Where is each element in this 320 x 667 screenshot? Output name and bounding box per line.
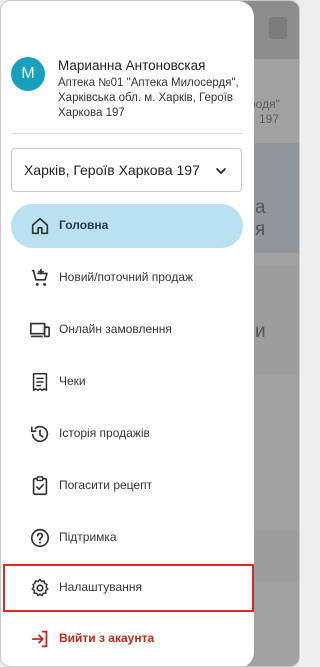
menu-item-support[interactable]: Підтримка [11, 516, 243, 560]
devices-icon [29, 319, 51, 341]
menu-item-label: Погасити рецепт [59, 478, 153, 492]
history-icon [29, 423, 51, 445]
menu-item-logout[interactable]: Вийти з акаунта [11, 617, 243, 661]
menu-item-label: Підтримка [59, 530, 117, 544]
menu-item-sales-history[interactable]: Історія продажів [11, 412, 243, 456]
menu-item-new-sale[interactable]: Новий/поточний продаж [11, 256, 243, 300]
logout-icon [29, 628, 51, 650]
pharmacy-address: Аптека №01 "Аптека Милосердя", Харківськ… [58, 77, 239, 119]
app-frame: родя" 197 а я и M Марианна Антоновская А… [0, 0, 300, 667]
help-circle-icon [29, 527, 51, 549]
avatar: M [11, 57, 45, 91]
menu-item-label: Онлайн замовлення [59, 322, 172, 336]
clipboard-check-icon [29, 475, 51, 497]
menu-item-redeem-prescription[interactable]: Погасити рецепт [11, 464, 243, 508]
menu-item-receipts[interactable]: Чеки [11, 360, 243, 404]
divider [11, 133, 243, 134]
receipt-icon [29, 371, 51, 393]
home-icon [29, 215, 51, 237]
menu-item-home[interactable]: Головна [11, 204, 243, 248]
menu-item-label: Історія продажів [59, 426, 150, 440]
user-name: Марианна Антоновская [58, 58, 206, 73]
menu-item-online-orders[interactable]: Онлайн замовлення [11, 308, 243, 352]
menu-item-label: Головна [59, 218, 109, 232]
chevron-down-icon [213, 163, 229, 179]
store-selector-value: Харків, Героїв Харкова 197 [24, 162, 200, 178]
menu-item-label: Вийти з акаунта [59, 631, 155, 645]
menu-item-label: Новий/поточний продаж [59, 270, 194, 284]
settings-highlight-box [3, 564, 254, 612]
cart-add-icon [29, 267, 51, 289]
menu-item-label: Чеки [59, 374, 86, 388]
user-profile: M Марианна Антоновская Аптека №01 "Аптек… [11, 57, 246, 127]
store-selector[interactable]: Харків, Героїв Харкова 197 [11, 148, 242, 192]
